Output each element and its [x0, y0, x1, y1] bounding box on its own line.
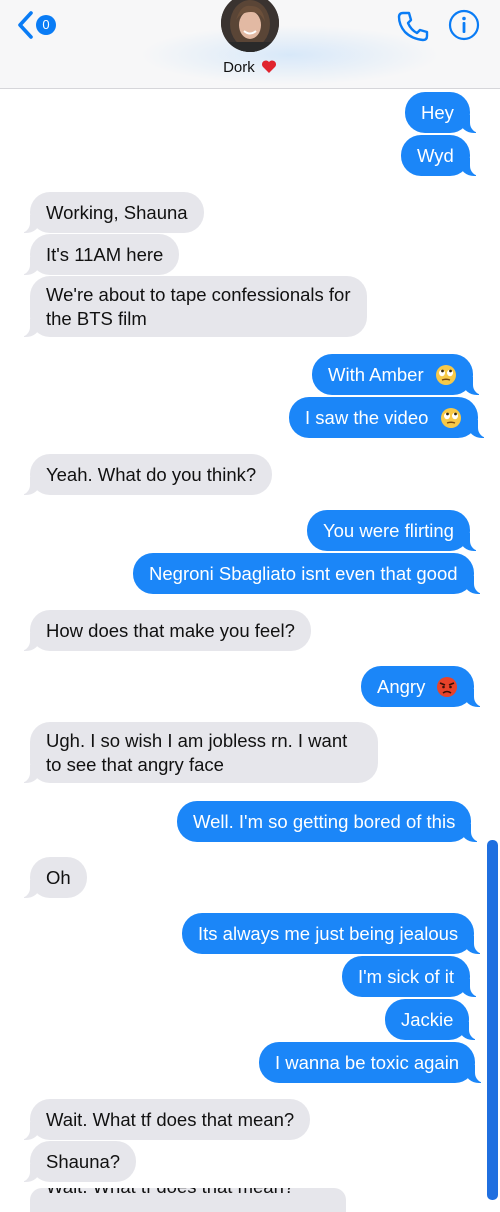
message-text: Ugh. I so wish I am jobless rn. I want t… — [46, 730, 348, 775]
message-text: It's 11AM here — [46, 244, 164, 265]
message-outgoing[interactable]: I saw the video — [289, 397, 488, 438]
message-outgoing[interactable]: With Amber — [312, 354, 483, 395]
message-outgoing[interactable]: Jackie — [385, 999, 480, 1040]
message-text: Shauna? — [46, 1151, 121, 1172]
message-text: I'm sick of it — [358, 966, 455, 987]
message-incoming[interactable]: Oh — [20, 857, 87, 898]
message-text: Wait. What tf does that mean? — [46, 1109, 295, 1130]
scrollbar[interactable] — [487, 840, 498, 1200]
contact-name-text: Dork — [223, 59, 255, 76]
message-outgoing[interactable]: Its always me just being jealous — [182, 913, 485, 954]
message-text: We're about to tape confessionals for th… — [46, 284, 351, 329]
message-text: Working, Shauna — [46, 202, 188, 223]
message-text: With Amber — [328, 364, 424, 385]
message-text: I saw the video — [305, 407, 429, 428]
message-text: Wait. What tf does that mean? — [46, 1188, 294, 1197]
message-outgoing[interactable]: Angry — [361, 666, 485, 707]
message-incoming-partial[interactable]: Wait. What tf does that mean? — [30, 1188, 346, 1212]
message-incoming[interactable]: It's 11AM here — [19, 234, 180, 275]
message-incoming[interactable]: Ugh. I so wish I am jobless rn. I want t… — [20, 722, 378, 783]
message-text: Well. I'm so getting bored of this — [193, 811, 456, 832]
message-incoming[interactable]: Yeah. What do you think? — [19, 454, 273, 495]
message-text: Hey — [421, 102, 454, 123]
eye-roll-emoji-icon — [440, 407, 462, 429]
message-text: Yeah. What do you think? — [46, 464, 257, 485]
eye-roll-emoji-icon — [435, 364, 457, 386]
message-incoming[interactable]: Working, Shauna — [20, 192, 204, 233]
message-outgoing[interactable]: I'm sick of it — [342, 956, 481, 997]
conversation-header: 0 Dork — [0, 0, 500, 89]
message-incoming[interactable]: How does that make you feel? — [20, 610, 311, 651]
message-outgoing[interactable]: Well. I'm so getting bored of this — [177, 801, 482, 842]
back-chevron-icon — [18, 11, 33, 39]
message-text: Jackie — [401, 1009, 454, 1030]
unread-badge: 0 — [36, 15, 56, 35]
heart-icon — [261, 60, 276, 73]
message-outgoing[interactable]: You were flirting — [307, 510, 480, 551]
contact-name[interactable]: Dork — [0, 59, 500, 76]
message-outgoing[interactable]: Wyd — [401, 135, 480, 176]
phone-button[interactable] — [396, 9, 430, 43]
header-glow — [140, 25, 440, 85]
message-text: You were flirting — [323, 520, 454, 541]
message-outgoing[interactable]: Negroni Sbagliato isnt even that good — [133, 553, 484, 594]
phone-icon — [397, 11, 429, 42]
message-text: I wanna be toxic again — [275, 1052, 460, 1073]
message-text: Oh — [46, 867, 71, 888]
message-text: Negroni Sbagliato isnt even that good — [149, 563, 458, 584]
message-incoming[interactable]: Shauna? — [19, 1141, 137, 1182]
info-button[interactable] — [448, 9, 480, 41]
message-text: Its always me just being jealous — [198, 923, 459, 944]
message-text: How does that make you feel? — [46, 620, 295, 641]
message-text: Wyd — [417, 145, 454, 166]
back-button[interactable]: 0 — [16, 8, 62, 42]
angry-face-emoji-icon — [436, 676, 458, 698]
message-outgoing[interactable]: Hey — [405, 92, 480, 133]
message-incoming[interactable]: We're about to tape confessionals for th… — [20, 276, 367, 337]
message-incoming[interactable]: Wait. What tf does that mean? — [19, 1099, 311, 1140]
message-outgoing[interactable]: I wanna be toxic again — [259, 1042, 486, 1083]
info-icon — [448, 9, 480, 41]
message-text: Angry — [377, 676, 426, 697]
